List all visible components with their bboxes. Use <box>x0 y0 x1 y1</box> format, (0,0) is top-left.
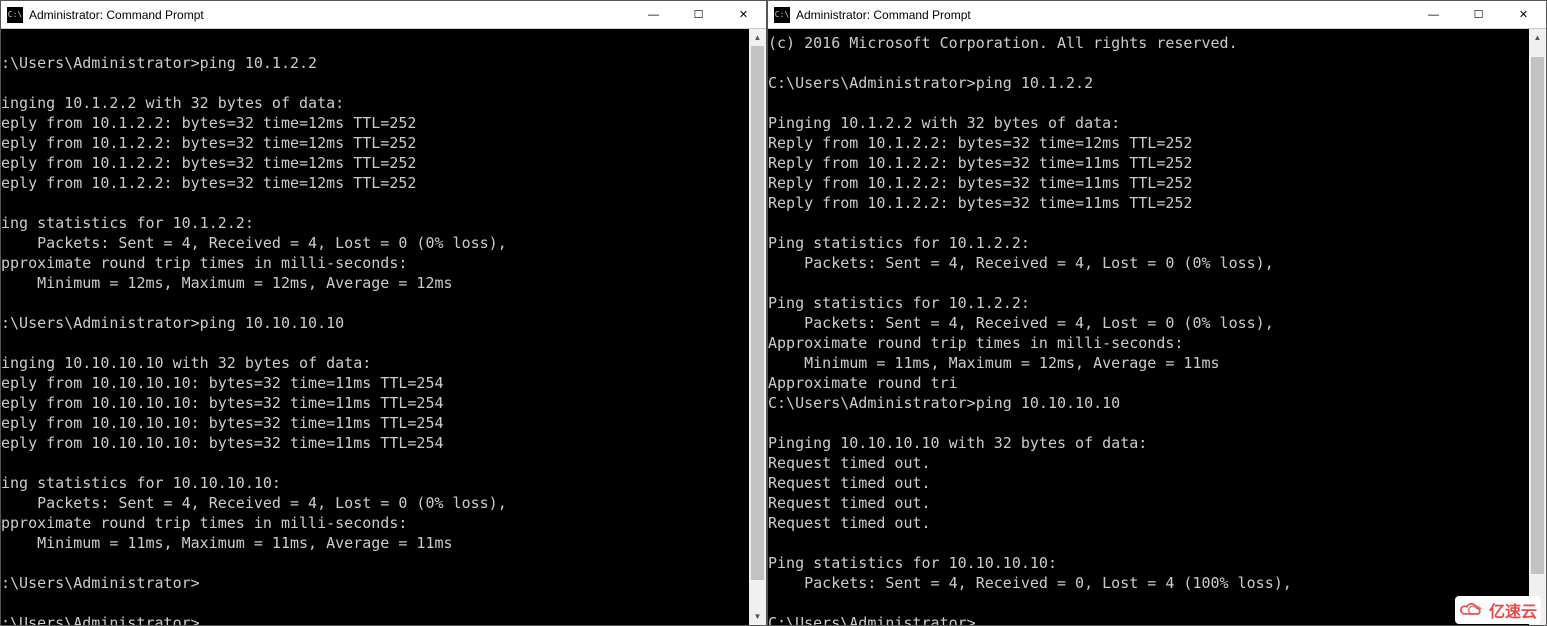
cmd-window-right: C:\ Administrator: Command Prompt — ☐ ✕ … <box>767 0 1547 626</box>
minimize-button[interactable]: — <box>631 1 676 29</box>
close-button[interactable]: ✕ <box>721 1 766 29</box>
scroll-track[interactable] <box>749 46 766 608</box>
cloud-logo-icon <box>1459 601 1485 619</box>
watermark: 亿速云 <box>1455 596 1541 624</box>
titlebar[interactable]: C:\ Administrator: Command Prompt — ☐ ✕ <box>1 1 766 29</box>
scroll-thumb[interactable] <box>751 46 764 580</box>
maximize-button[interactable]: ☐ <box>676 1 721 29</box>
minimize-button[interactable]: — <box>1411 1 1456 29</box>
terminal-body: :\Users\Administrator>ping 10.1.2.2 ingi… <box>1 29 766 625</box>
scrollbar[interactable]: ▲ ▼ <box>749 29 766 625</box>
cmd-window-left: C:\ Administrator: Command Prompt — ☐ ✕ … <box>0 0 767 626</box>
watermark-text: 亿速云 <box>1489 598 1537 622</box>
titlebar[interactable]: C:\ Administrator: Command Prompt — ☐ ✕ <box>768 1 1546 29</box>
window-title: Administrator: Command Prompt <box>796 8 1411 22</box>
terminal-body: (c) 2016 Microsoft Corporation. All righ… <box>768 29 1546 625</box>
terminal-output[interactable]: :\Users\Administrator>ping 10.1.2.2 ingi… <box>1 29 749 625</box>
workspace: C:\ Administrator: Command Prompt — ☐ ✕ … <box>0 0 1547 626</box>
scroll-up-arrow-icon[interactable]: ▲ <box>1529 29 1546 46</box>
close-button[interactable]: ✕ <box>1501 1 1546 29</box>
scroll-track[interactable] <box>1529 46 1546 608</box>
scroll-up-arrow-icon[interactable]: ▲ <box>749 29 766 46</box>
scrollbar[interactable]: ▲ ▼ <box>1529 29 1546 625</box>
cmd-icon: C:\ <box>7 7 23 23</box>
scroll-thumb[interactable] <box>1531 57 1544 574</box>
maximize-button[interactable]: ☐ <box>1456 1 1501 29</box>
cmd-icon: C:\ <box>774 7 790 23</box>
terminal-output[interactable]: (c) 2016 Microsoft Corporation. All righ… <box>768 29 1529 625</box>
window-title: Administrator: Command Prompt <box>29 8 631 22</box>
scroll-down-arrow-icon[interactable]: ▼ <box>749 608 766 625</box>
